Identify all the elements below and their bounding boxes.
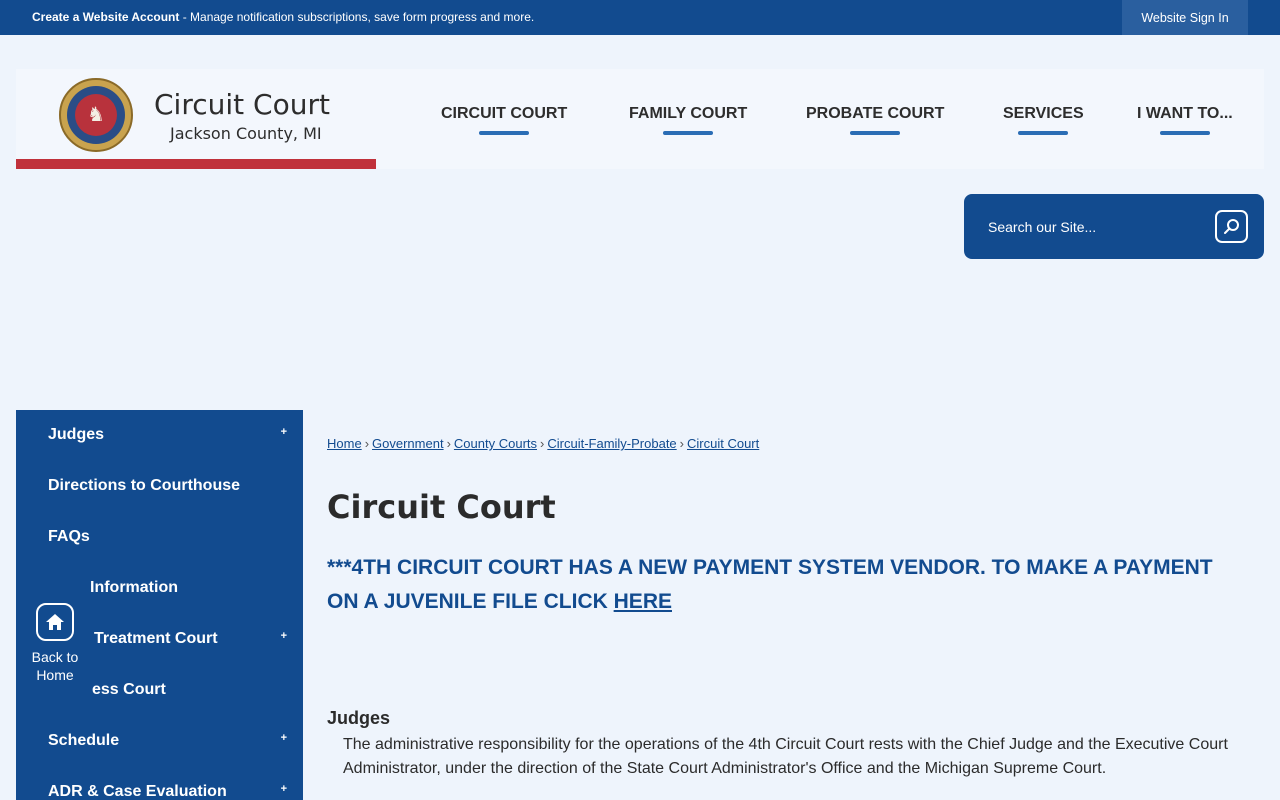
nav-circuit-court[interactable]: CIRCUIT COURT <box>441 105 567 135</box>
nav-underline <box>850 131 901 135</box>
breadcrumb-circuit-court[interactable]: Circuit Court <box>687 436 759 451</box>
main-navigation: CIRCUIT COURT FAMILY COURT PROBATE COURT… <box>16 69 1264 169</box>
expand-icon[interactable]: + <box>281 783 287 795</box>
judges-heading: Judges <box>327 708 391 728</box>
nav-i-want-to[interactable]: I WANT TO... <box>1137 105 1233 135</box>
sidebar-item-label: Treatment Court <box>94 630 218 647</box>
search-input[interactable] <box>988 214 1168 240</box>
site-search <box>964 194 1264 259</box>
payment-alert: ***4TH CIRCUIT COURT HAS A NEW PAYMENT S… <box>327 551 1247 619</box>
nav-label: SERVICES <box>1003 105 1084 122</box>
breadcrumb-home[interactable]: Home <box>327 436 362 451</box>
back-to-home-button[interactable]: Back to Home <box>24 603 86 683</box>
breadcrumb-separator: › <box>446 436 451 451</box>
sidebar-item-faqs[interactable]: FAQs <box>16 512 303 563</box>
sidebar-item-label: Judges <box>48 426 105 443</box>
alert-text: ***4TH CIRCUIT COURT HAS A NEW PAYMENT S… <box>327 556 1213 613</box>
nav-underline <box>479 131 530 135</box>
back-to-label: Back to <box>31 649 79 665</box>
judges-paragraph: The administrative responsibility for th… <box>343 736 1228 777</box>
top-bar: Create a Website Account - Manage notifi… <box>0 0 1280 35</box>
expand-icon[interactable]: + <box>281 426 287 438</box>
page-title: Circuit Court <box>327 488 556 526</box>
search-button[interactable] <box>1215 210 1248 243</box>
nav-services[interactable]: SERVICES <box>1003 105 1084 135</box>
main-content: Home › Government › County Courts › Circuit-Fa… <box>303 410 1264 800</box>
nav-family-court[interactable]: FAMILY COURT <box>629 105 747 135</box>
nav-underline <box>1159 131 1210 135</box>
sidebar-item-label: ADR & Case Evaluation <box>48 783 227 800</box>
create-account-link[interactable]: Create a Website Account <box>32 10 179 24</box>
account-description: - Manage notification subscriptions, sav… <box>179 10 535 24</box>
home-icon <box>36 603 74 641</box>
expand-icon[interactable]: + <box>281 732 287 744</box>
home-label: Home <box>36 667 74 683</box>
sidebar-item-label: Directions to Courthouse <box>48 477 241 494</box>
sidebar-item-directions[interactable]: Directions to Courthouse <box>16 461 303 512</box>
nav-underline <box>663 131 714 135</box>
website-sign-in-button[interactable]: Website Sign In <box>1122 0 1248 35</box>
account-message: Create a Website Account - Manage notifi… <box>32 10 534 24</box>
nav-label: CIRCUIT COURT <box>441 105 568 122</box>
search-icon <box>1223 218 1239 234</box>
sidebar-item-label: Schedule <box>48 732 120 749</box>
breadcrumb-separator: › <box>540 436 545 451</box>
nav-label: FAMILY COURT <box>629 105 748 122</box>
alert-here-link[interactable]: HERE <box>614 590 672 613</box>
sidebar-item-label: ess Court <box>92 681 166 698</box>
expand-icon[interactable]: + <box>281 630 287 642</box>
sidebar-item-adr[interactable]: ADR & Case Evaluation + <box>16 767 303 800</box>
nav-probate-court[interactable]: PROBATE COURT <box>806 105 944 135</box>
sidebar-item-judges[interactable]: Judges + <box>16 410 303 461</box>
breadcrumb-county-courts[interactable]: County Courts <box>454 436 537 451</box>
breadcrumb-separator: › <box>364 436 370 451</box>
nav-underline <box>1018 131 1069 135</box>
nav-label: PROBATE COURT <box>806 105 945 122</box>
site-header: ♞ Circuit Court Jackson County, MI CIRCU… <box>16 69 1264 169</box>
sidebar-item-label: FAQs <box>48 528 90 545</box>
breadcrumb: Home › Government › County Courts › Circuit-Fa… <box>327 436 759 451</box>
breadcrumb-government[interactable]: Government <box>372 436 444 451</box>
nav-label: I WANT TO... <box>1137 105 1233 122</box>
breadcrumb-circuit-family-probate[interactable]: Circuit-Family-Probate <box>547 436 676 451</box>
breadcrumb-separator: › <box>679 436 685 451</box>
sidebar-item-schedule[interactable]: Schedule + <box>16 716 303 767</box>
sidebar-item-label: Information <box>90 579 178 596</box>
back-to-home-label: Back to Home <box>24 648 86 684</box>
